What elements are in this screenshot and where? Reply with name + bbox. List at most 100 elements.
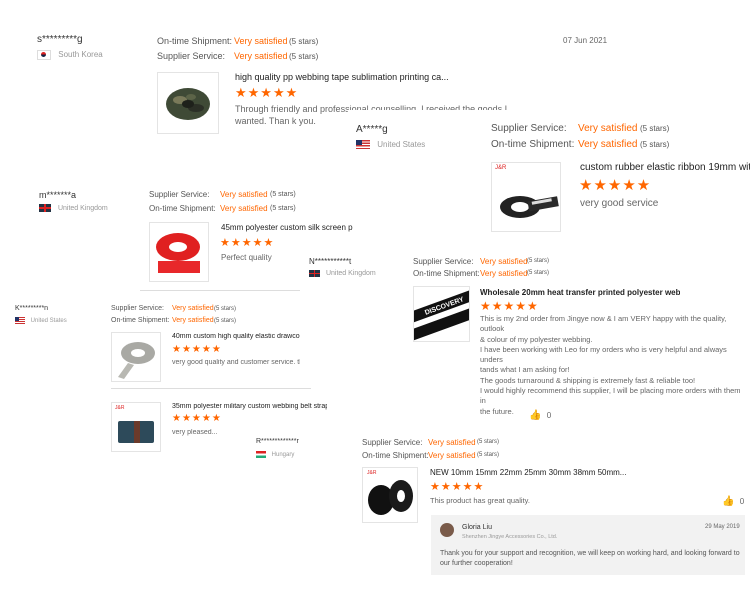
product-title[interactable]: NEW 10mm 15mm 22mm 25mm 30mm 38mm 50mm..…	[430, 468, 630, 477]
rating-stars-2: ★★★★★	[172, 413, 222, 424]
rating-stars: ★★★★★	[480, 299, 539, 313]
product-title[interactable]: high quality pp webbing tape sublimation…	[235, 72, 465, 82]
supplier-service-label: Supplier Service:	[491, 123, 567, 134]
supplier-service-label: Supplier Service:	[111, 305, 164, 312]
supplier-service-value: Very satisfied	[172, 305, 214, 312]
supplier-service-value: Very satisfied	[578, 123, 638, 134]
reviewer-name: A*****g	[356, 124, 388, 135]
rating-stars: ★★★★★	[579, 177, 652, 194]
reply-text: Thank you for your support and recogniti…	[440, 550, 740, 567]
review-text: very good service	[580, 198, 659, 209]
supplier-service-label: Supplier Service:	[413, 257, 474, 266]
supplier-service-value: Very satisfied	[234, 51, 288, 61]
reviewer-name: s*********g	[37, 34, 83, 45]
review-date: 07 Jun 2021	[563, 36, 608, 45]
product-thumbnail[interactable]: J&R	[491, 162, 561, 232]
rating-stars: ★★★★★	[235, 85, 299, 100]
reviewer-country: United States	[356, 140, 425, 150]
product-thumbnail[interactable]	[157, 72, 219, 134]
reply-company: Shenzhen Jingye Accessories Co., Ltd.	[462, 534, 558, 540]
supplier-service-value: Very satisfied	[480, 257, 528, 266]
like-button[interactable]: 👍 0	[529, 410, 551, 421]
review-text: very good quality and customer service. …	[172, 359, 300, 366]
thumbs-up-icon: 👍	[529, 410, 542, 421]
review-text-line: tands what I am asking for!	[480, 365, 570, 375]
grey-elastic-roll-image	[118, 342, 155, 379]
reply-date: 29 May 2019	[705, 524, 740, 530]
product-title[interactable]: Wholesale 20mm heat transfer printed pol…	[480, 288, 680, 297]
reviewer-name: N***********t	[309, 257, 352, 266]
reviewer-name: m*******a	[39, 190, 77, 200]
review-text-line: the future.	[480, 406, 514, 416]
rating-stars: ★★★★★	[430, 481, 485, 493]
review-text-line: I have been working with Leo for my orde…	[480, 344, 727, 365]
supplier-reply: Gloria Liu Shenzhen Jingye Accessories C…	[431, 515, 745, 575]
supplier-service-stars: (5 stars)	[270, 191, 296, 198]
rating-stars: ★★★★★	[172, 344, 222, 355]
product-thumbnail-2[interactable]: J&R	[111, 402, 161, 452]
review-card-6: R*************r Hungary Supplier Service…	[250, 430, 750, 590]
review-text: This is my 2nd order from Jingye now & I…	[480, 314, 745, 417]
supplier-service-label: Supplier Service:	[149, 190, 210, 199]
reviewer-name: K*********n	[15, 305, 49, 312]
hungary-flag-icon	[256, 451, 266, 458]
on-time-shipment-stars: (5 stars)	[214, 318, 237, 324]
on-time-shipment-stars: (5 stars)	[289, 37, 319, 46]
supplier-service-stars: (5 stars)	[527, 258, 550, 264]
black-webbing-roll-image	[368, 480, 413, 515]
on-time-shipment-label: On-time Shipment:	[362, 451, 429, 460]
supplier-service-value: Very satisfied	[220, 190, 268, 199]
reviewer-country: United Kingdom	[309, 270, 376, 277]
review-text: This product has great quality.	[430, 496, 530, 505]
review-card-4: N***********t United Kingdom Supplier Se…	[305, 250, 750, 425]
on-time-shipment-stars: (5 stars)	[477, 452, 500, 458]
supplier-service-label: Supplier Service:	[362, 438, 423, 447]
camo-webbing-roll-image	[166, 88, 210, 120]
thumbs-up-icon: 👍	[722, 496, 735, 507]
product-thumbnail[interactable]	[111, 332, 161, 382]
review-text-line: I would highly recommend this supplier, …	[480, 386, 741, 406]
on-time-shipment-stars: (5 stars)	[527, 270, 550, 276]
uk-flag-icon	[309, 270, 320, 277]
south-korea-flag-icon	[37, 50, 51, 60]
like-count: 0	[739, 497, 745, 506]
rubber-elastic-ribbon-image	[500, 196, 559, 218]
on-time-shipment-value: Very satisfied	[578, 139, 638, 150]
on-time-shipment-label: On-time Shipment:	[157, 36, 233, 46]
review-text-line: The goods turnaround & shipping is extre…	[480, 375, 696, 385]
review-text-line: & colour of my polyester webbing.	[480, 334, 593, 344]
avatar	[440, 523, 454, 537]
uk-flag-icon	[39, 204, 51, 212]
on-time-shipment-label: On-time Shipment:	[491, 139, 575, 150]
on-time-shipment-value: Very satisfied	[480, 269, 528, 278]
divider	[111, 388, 311, 389]
divider	[140, 290, 300, 291]
supplier-service-stars: (5 stars)	[640, 124, 670, 133]
jr-logo: J&R	[115, 405, 125, 411]
product-title[interactable]: custom rubber elastic ribbon 19mm with	[580, 162, 750, 173]
supplier-service-label: Supplier Service:	[157, 51, 226, 61]
rating-stars: ★★★★★	[220, 237, 275, 249]
supplier-service-stars: (5 stars)	[289, 52, 319, 61]
product-thumbnail[interactable]	[149, 222, 209, 282]
product-thumbnail[interactable]: DISCOVERY	[413, 286, 470, 342]
supplier-service-value: Very satisfied	[428, 438, 476, 447]
like-button[interactable]: 👍 0	[722, 496, 744, 507]
like-count: 0	[546, 411, 552, 420]
product-thumbnail[interactable]: J&R	[362, 467, 418, 523]
red-webbing-roll-image	[156, 233, 200, 273]
usa-flag-icon	[15, 317, 25, 324]
on-time-shipment-stars: (5 stars)	[640, 140, 670, 149]
product-title-2[interactable]: 35mm polyester military custom webbing b…	[172, 403, 327, 410]
on-time-shipment-label: On-time Shipment:	[413, 269, 480, 278]
reply-author: Gloria Liu	[462, 524, 492, 531]
supplier-service-stars: (5 stars)	[477, 439, 500, 445]
product-title[interactable]: 45mm polyester custom silk screen pri	[221, 223, 353, 232]
reviewer-country: United States	[15, 317, 67, 324]
jr-logo: J&R	[367, 470, 377, 476]
on-time-shipment-stars: (5 stars)	[270, 205, 296, 212]
reviewer-country: United Kingdom	[39, 204, 108, 212]
reviewer-country: Hungary	[256, 451, 294, 458]
product-title[interactable]: 40mm custom high quality elastic drawcor	[172, 333, 300, 340]
reviewer-name: R*************r	[256, 438, 299, 445]
